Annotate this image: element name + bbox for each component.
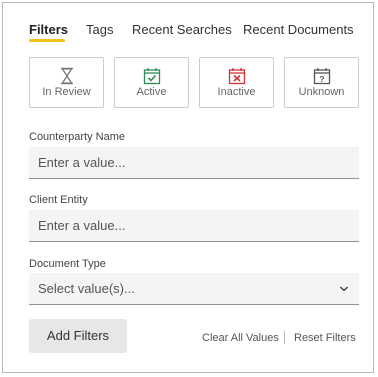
status-active-button[interactable]: Active: [114, 57, 189, 108]
reset-filters-link[interactable]: Reset Filters: [294, 332, 356, 344]
tab-bar: Filters Tags Recent Searches Recent Docu…: [29, 22, 359, 44]
document-type-select[interactable]: Select value(s)...: [29, 273, 359, 305]
field-placeholder: Enter a value...: [38, 218, 126, 233]
client-entity-input[interactable]: Enter a value...: [29, 210, 359, 242]
status-label: Active: [136, 86, 167, 98]
tab-label: Filters: [29, 22, 69, 37]
divider: [284, 331, 285, 344]
status-label: In Review: [42, 86, 91, 98]
status-in-review-button[interactable]: In Review: [29, 57, 104, 108]
x-calendar-icon: [228, 68, 246, 85]
counterparty-name-input[interactable]: Enter a value...: [29, 147, 359, 179]
tab-recent-documents[interactable]: Recent Documents: [243, 22, 354, 37]
tab-filters[interactable]: Filters: [29, 22, 69, 42]
status-label: Inactive: [217, 86, 256, 98]
add-filters-button[interactable]: Add Filters: [29, 319, 127, 353]
check-calendar-icon: [143, 68, 161, 85]
chevron-down-icon: [339, 286, 349, 292]
tab-label: Recent Documents: [243, 22, 354, 37]
active-tab-indicator: [29, 39, 65, 42]
status-inactive-button[interactable]: Inactive: [199, 57, 274, 108]
document-type-label: Document Type: [29, 258, 106, 270]
status-unknown-button[interactable]: ? Unknown: [284, 57, 359, 108]
field-placeholder: Enter a value...: [38, 155, 126, 170]
tab-recent-searches[interactable]: Recent Searches: [132, 22, 232, 37]
question-calendar-icon: ?: [313, 68, 331, 85]
tab-tags[interactable]: Tags: [86, 22, 113, 37]
svg-text:?: ?: [319, 74, 324, 84]
tab-label: Tags: [86, 22, 114, 37]
clear-all-values-link[interactable]: Clear All Values: [202, 332, 279, 344]
counterparty-name-label: Counterparty Name: [29, 131, 125, 143]
hourglass-icon: [61, 67, 73, 85]
status-label: Unknown: [298, 86, 345, 98]
client-entity-label: Client Entity: [29, 194, 88, 206]
tab-label: Recent Searches: [132, 22, 232, 37]
status-filter-row: In Review Active Inactive ? Unknown: [29, 57, 360, 108]
field-placeholder: Select value(s)...: [38, 281, 135, 296]
